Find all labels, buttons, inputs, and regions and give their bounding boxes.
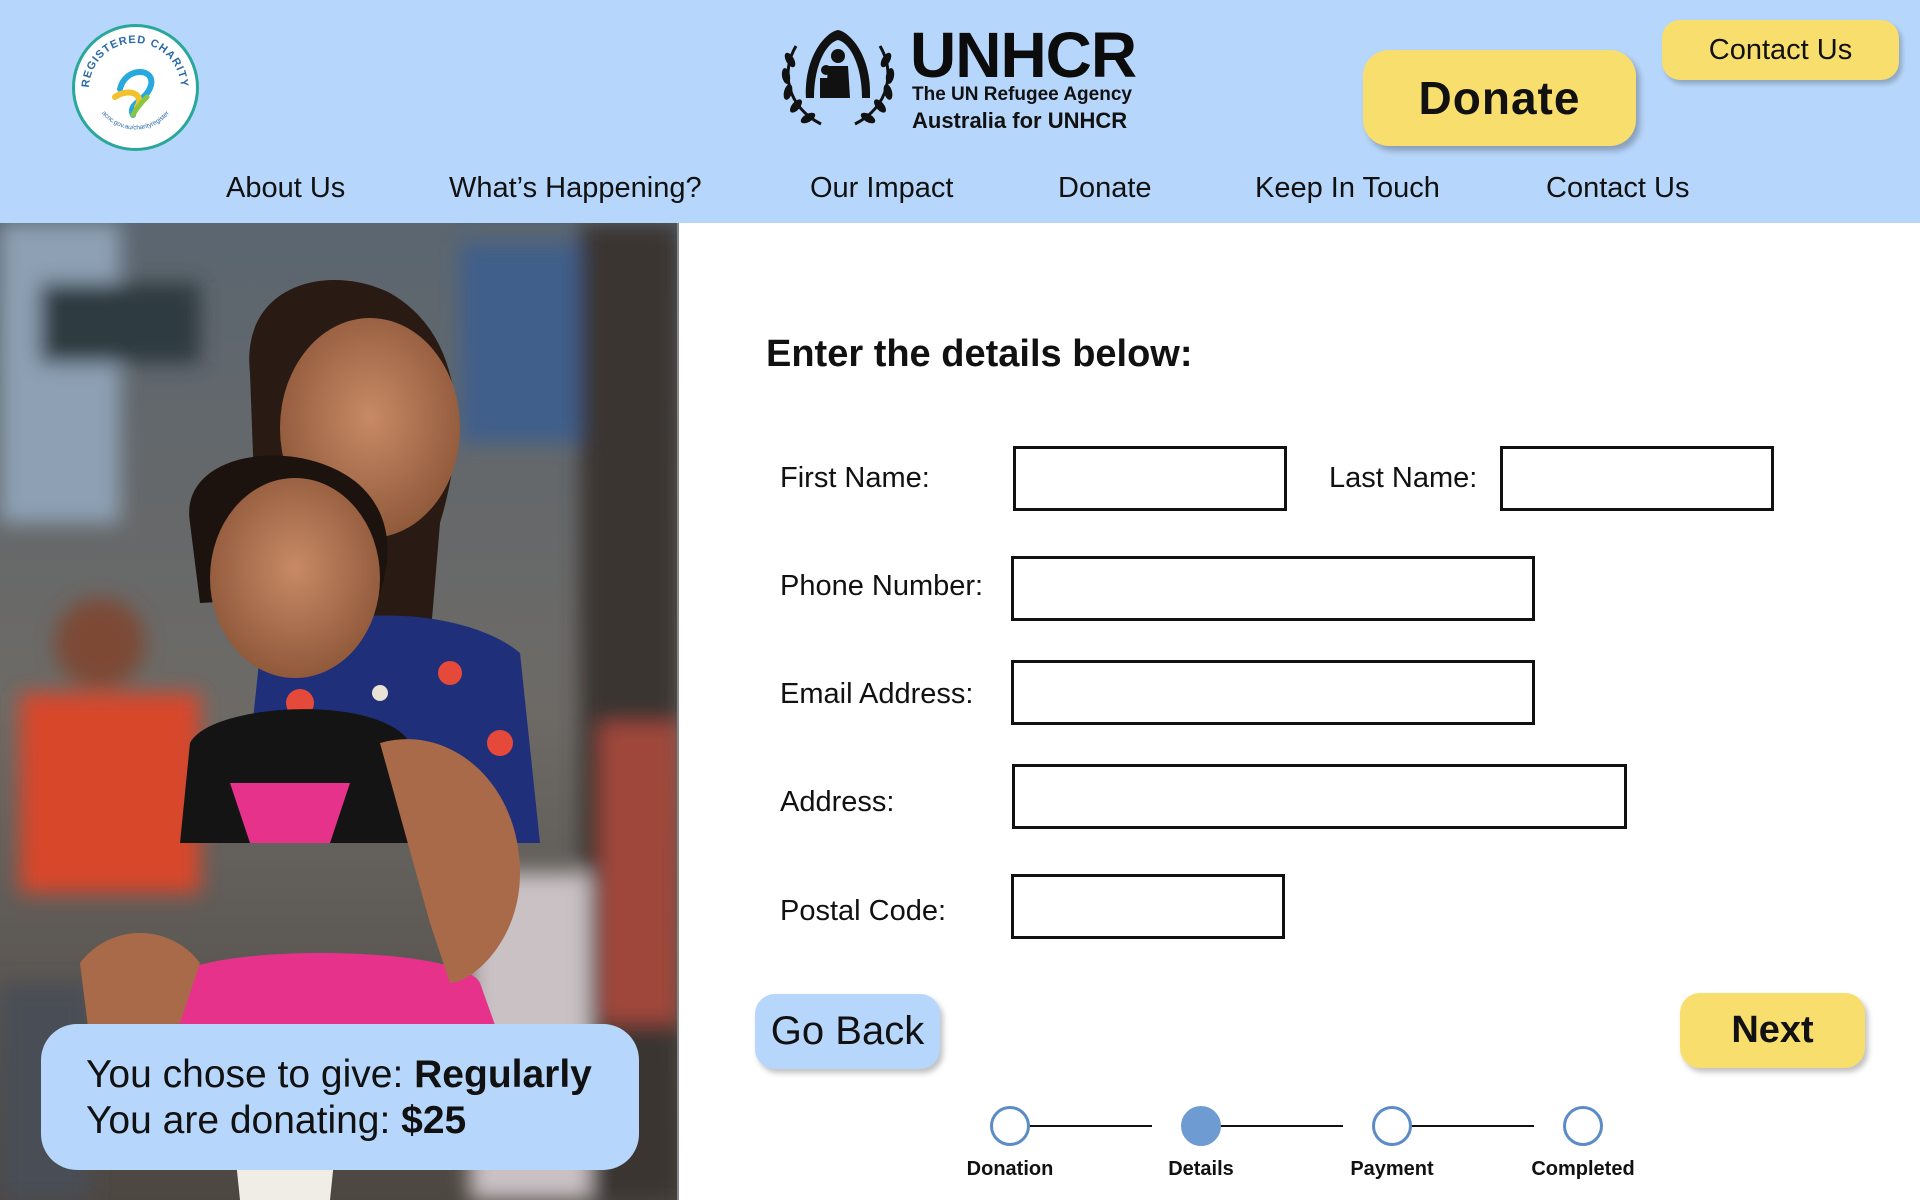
site-header: REGISTERED CHARITY acnc.gov.au/charityre… [0,0,1920,223]
email-address-field[interactable] [1011,660,1535,725]
next-button[interactable]: Next [1680,993,1865,1068]
unhcr-emblem-icon [781,30,895,126]
donation-amount-prefix: You are donating: [86,1099,402,1142]
first-name-field[interactable] [1013,446,1287,511]
step-connector [1201,1125,1343,1127]
step-label-details: Details [1168,1158,1234,1180]
donation-summary: You chose to give: Regularly You are don… [41,1024,639,1170]
step-label-completed: Completed [1531,1158,1635,1180]
give-frequency-line: You chose to give: Regularly [86,1052,639,1098]
postal-code-label: Postal Code: [780,895,947,927]
step-label-payment: Payment [1350,1158,1434,1180]
go-back-button[interactable]: Go Back [755,994,940,1069]
step-connector [1010,1125,1152,1127]
give-frequency-prefix: You chose to give: [86,1053,415,1096]
last-name-label: Last Name: [1329,462,1478,494]
step-dot-donation[interactable] [990,1106,1030,1146]
contact-us-button[interactable]: Contact Us [1662,20,1899,80]
logo-tagline: The UN Refugee Agency [912,84,1132,105]
nav-our-impact[interactable]: Our Impact [810,172,953,205]
first-name-label: First Name: [780,462,930,494]
step-dot-payment[interactable] [1372,1106,1412,1146]
svg-text:REGISTERED CHARITY: REGISTERED CHARITY [80,34,190,88]
postal-code-field[interactable] [1011,874,1285,939]
donation-amount-value: $25 [401,1099,467,1142]
address-label: Address: [780,786,895,818]
step-connector [1392,1125,1534,1127]
nav-contact-us[interactable]: Contact Us [1546,172,1689,205]
main-nav: About Us What’s Happening? Our Impact Do… [0,172,1920,216]
nav-about-us[interactable]: About Us [226,172,345,205]
last-name-field[interactable] [1500,446,1774,511]
step-dot-details[interactable] [1181,1106,1221,1146]
registered-charity-badge[interactable]: REGISTERED CHARITY acnc.gov.au/charityre… [72,24,199,151]
step-label-donation: Donation [966,1158,1054,1180]
unhcr-logo[interactable]: UNHCR The UN Refugee Agency Australia fo… [776,20,1146,136]
form-title: Enter the details below: [766,333,1193,375]
phone-number-field[interactable] [1011,556,1535,621]
give-frequency-value: Regularly [414,1053,592,1096]
logo-region: Australia for UNHCR [912,108,1128,133]
step-dot-completed[interactable] [1563,1106,1603,1146]
progress-stepper: Donation Details Payment Completed [960,1100,1660,1190]
phone-number-label: Phone Number: [780,570,984,602]
donation-amount-line: You are donating: $25 [86,1098,639,1144]
nav-whats-happening[interactable]: What’s Happening? [449,172,702,205]
hero-photo: You chose to give: Regularly You are don… [0,223,679,1200]
donate-button[interactable]: Donate [1363,50,1636,146]
nav-donate[interactable]: Donate [1058,172,1152,205]
email-address-label: Email Address: [780,678,974,710]
nav-keep-in-touch[interactable]: Keep In Touch [1255,172,1440,205]
address-field[interactable] [1012,764,1627,829]
logo-wordmark: UNHCR [910,19,1137,91]
